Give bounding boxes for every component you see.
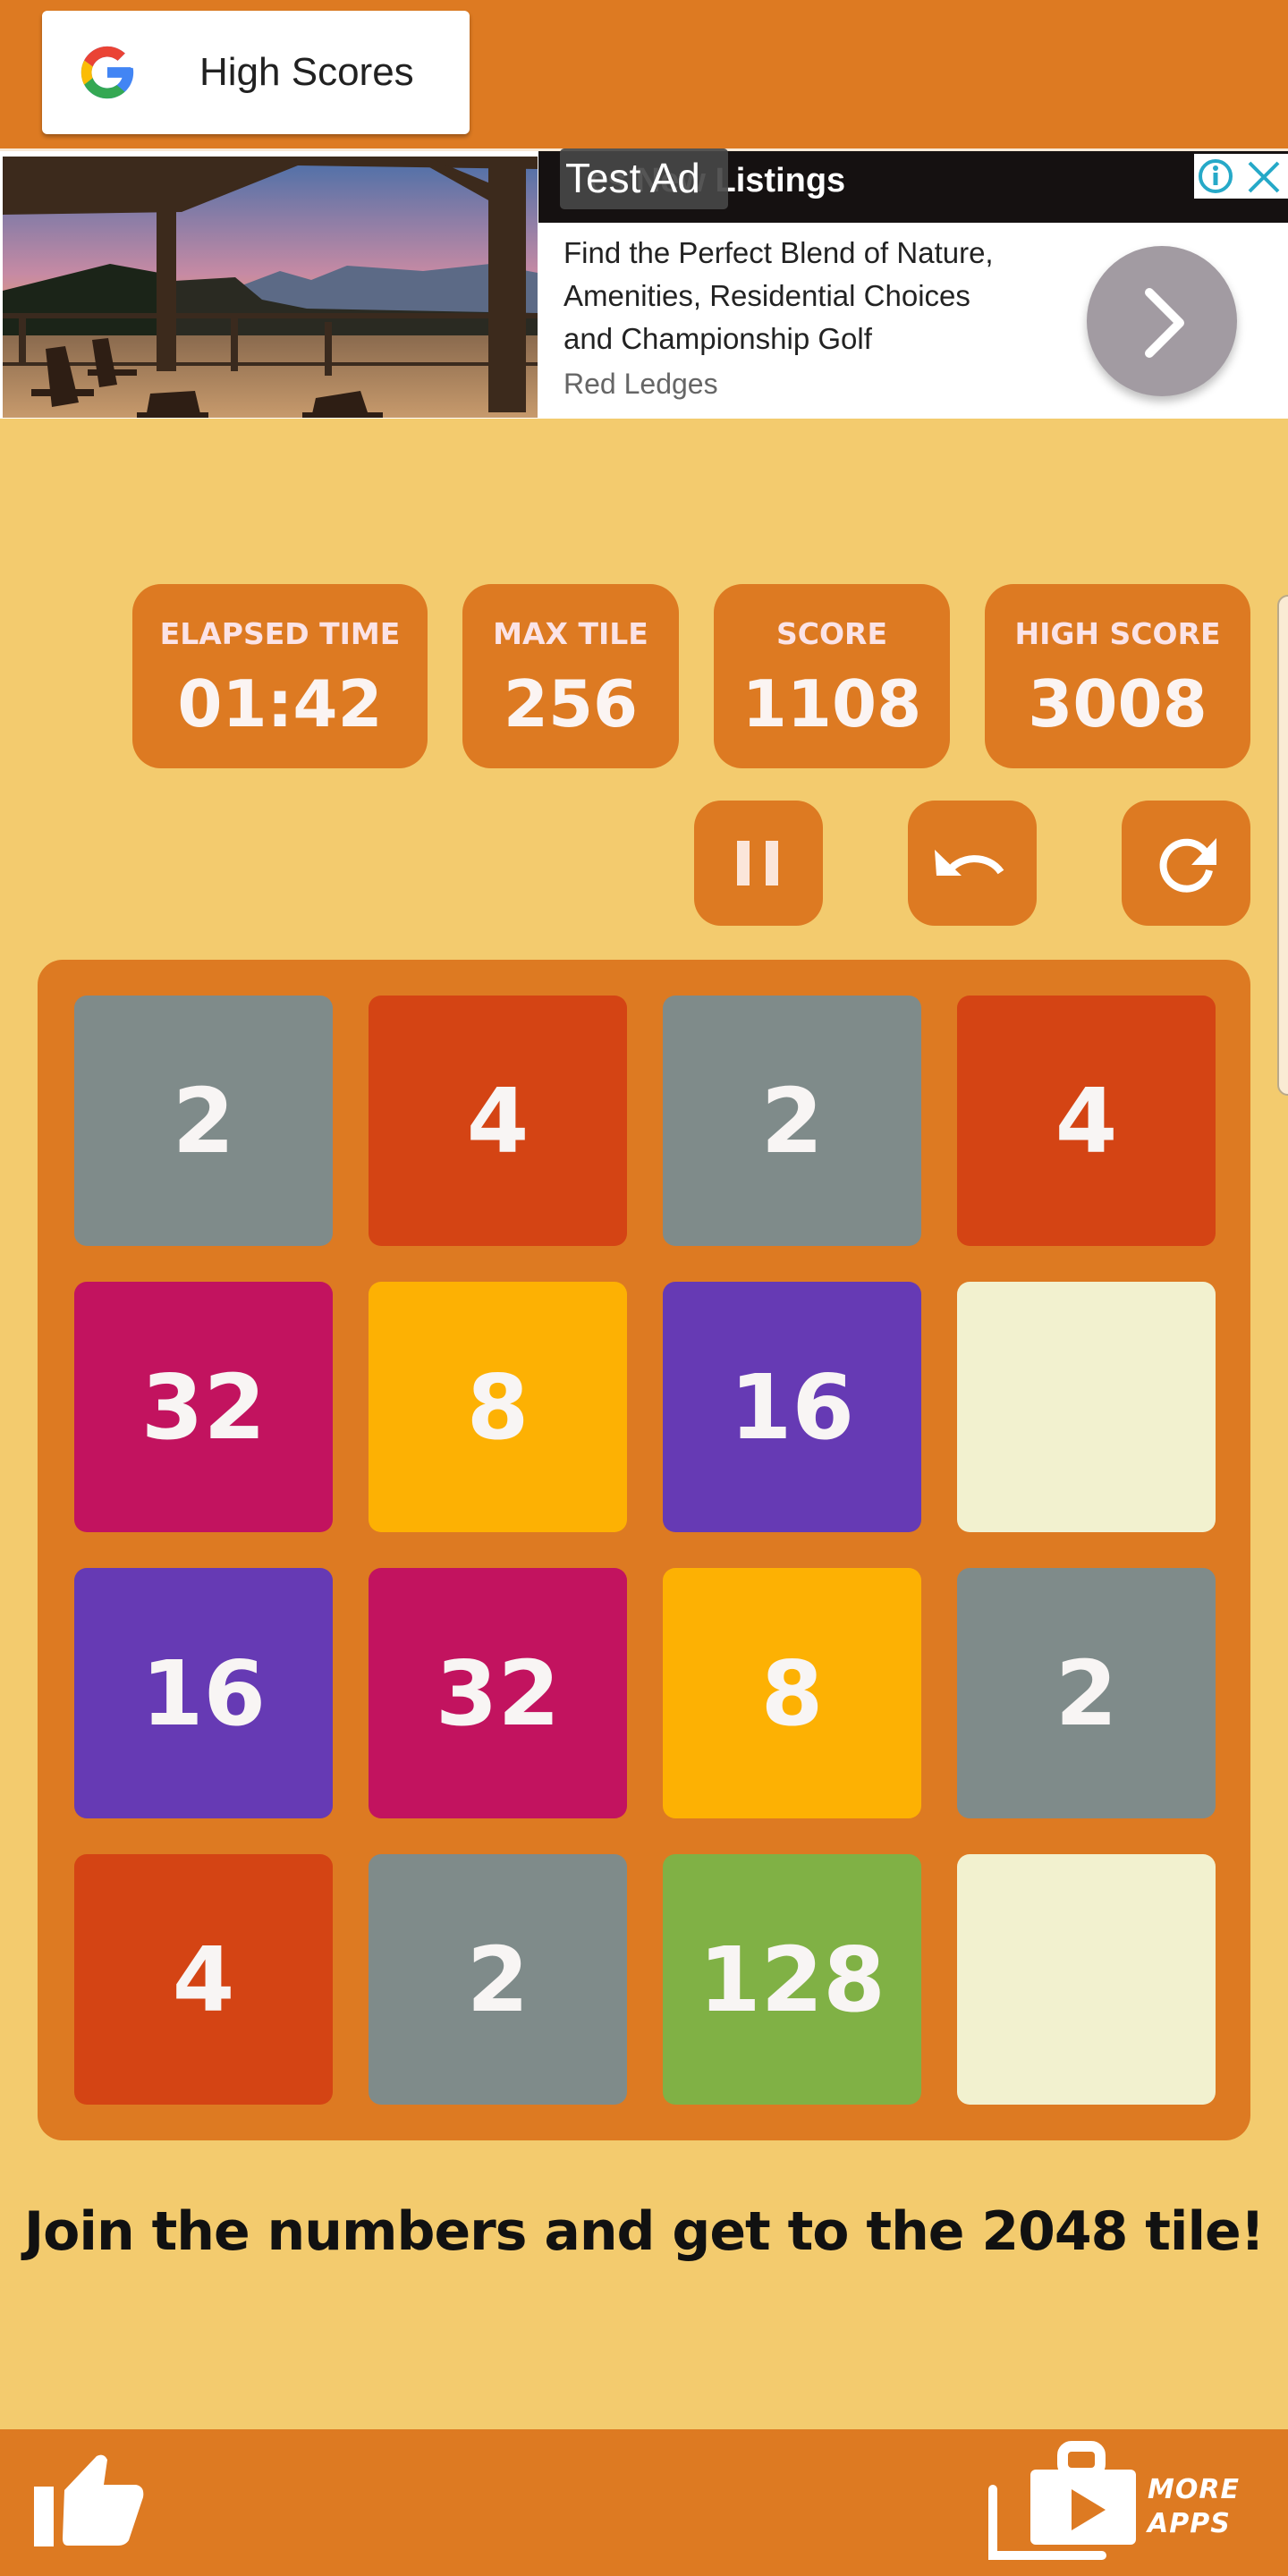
stat-value: 256 <box>503 666 639 741</box>
tile-32: 32 <box>74 1282 333 1532</box>
test-ad-label: Test Ad <box>565 155 700 201</box>
chevron-right-icon <box>1145 288 1184 358</box>
stat-value: 1108 <box>741 666 922 741</box>
stat-label: ELAPSED TIME <box>159 616 401 651</box>
tile-2: 2 <box>369 1854 627 2105</box>
high-scores-label: High Scores <box>199 50 414 94</box>
top-bar: High Scores <box>0 0 1288 148</box>
stat-value: 3008 <box>1028 666 1208 741</box>
google-logo-icon <box>80 46 134 99</box>
stat-elapsed-time: ELAPSED TIME 01:42 <box>132 584 428 768</box>
tile-4: 4 <box>369 996 627 1246</box>
pause-icon <box>737 841 778 886</box>
undo-button[interactable] <box>908 801 1037 926</box>
stat-label: HIGH SCORE <box>1014 616 1221 651</box>
stat-score: SCORE 1108 <box>714 584 950 768</box>
tile-2: 2 <box>663 996 921 1246</box>
ad-photo-patio <box>3 157 538 418</box>
high-scores-button[interactable]: High Scores <box>42 11 470 134</box>
restart-icon <box>1159 838 1216 893</box>
ad-image[interactable] <box>3 157 538 418</box>
game-board[interactable]: 2 4 2 4 32 8 16 16 32 8 2 4 2 128 <box>38 960 1250 2140</box>
pause-button[interactable] <box>694 801 823 926</box>
like-button[interactable] <box>32 2449 148 2558</box>
ad-body-line: Find the Perfect Blend of Nature, <box>564 236 994 269</box>
ad-close-icon[interactable] <box>1241 154 1288 199</box>
play-store-bag-icon <box>988 2441 1136 2560</box>
ad-advertiser: Red Ledges <box>564 368 718 400</box>
ad-open-button[interactable] <box>1087 246 1237 396</box>
tagline: Join the numbers and get to the 2048 til… <box>23 2200 1265 2263</box>
tile-empty <box>957 1854 1216 2105</box>
undo-icon <box>935 850 1004 877</box>
tile-16: 16 <box>663 1282 921 1532</box>
tile-8: 8 <box>663 1568 921 1818</box>
more-apps-button[interactable]: MORE APPS <box>984 2437 1279 2567</box>
tile-2: 2 <box>957 1568 1216 1818</box>
stat-high-score: HIGH SCORE 3008 <box>985 584 1250 768</box>
tile-4: 4 <box>74 1854 333 2105</box>
tile-128: 128 <box>663 1854 921 2105</box>
tile-8: 8 <box>369 1282 627 1532</box>
ad-body-line: and Championship Golf <box>564 322 872 355</box>
more-apps-line2: APPS <box>1148 2508 1231 2539</box>
tile-2: 2 <box>74 996 333 1246</box>
side-drawer-handle[interactable] <box>1277 595 1288 1096</box>
ad-body-text: Find the Perfect Blend of Nature, Amenit… <box>564 232 994 360</box>
stat-label: SCORE <box>776 616 887 651</box>
tile-32: 32 <box>369 1568 627 1818</box>
stat-value: 01:42 <box>177 666 383 741</box>
tile-16: 16 <box>74 1568 333 1818</box>
ad-body-line: Amenities, Residential Choices <box>564 279 970 312</box>
stat-label: MAX TILE <box>493 616 648 651</box>
tile-empty <box>957 1282 1216 1532</box>
test-ad-badge: Test Ad <box>560 148 728 209</box>
tile-4: 4 <box>957 996 1216 1246</box>
stat-max-tile: MAX TILE 256 <box>462 584 679 768</box>
ad-choices[interactable] <box>1194 154 1288 199</box>
more-apps-line1: MORE <box>1148 2474 1240 2505</box>
more-apps-label: MORE APPS <box>1148 2473 1240 2541</box>
thumbs-up-icon <box>34 2454 144 2546</box>
restart-button[interactable] <box>1122 801 1250 926</box>
